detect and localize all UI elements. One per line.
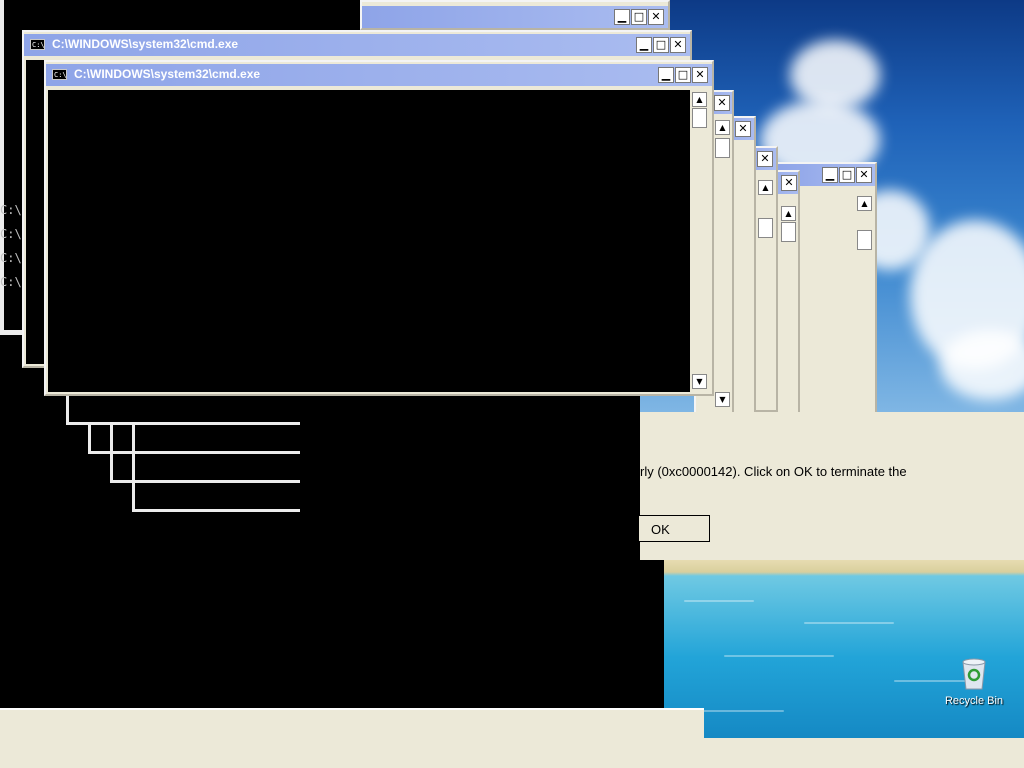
console-area[interactable] [48, 90, 690, 392]
console-prompt-line: C:\ [0, 275, 22, 289]
scroll-up-button[interactable]: ▲ [715, 120, 730, 135]
cmd-icon: C:\ [52, 69, 67, 80]
ok-button[interactable]: OK [638, 515, 710, 542]
vertical-scrollbar[interactable]: ▲ ▼ [714, 120, 731, 410]
console-prompt-line: C:\ [0, 227, 22, 241]
window-title: C:\WINDOWS\system32\cmd.exe [74, 67, 261, 81]
window-trail [132, 424, 300, 512]
close-button[interactable]: ✕ [856, 167, 872, 183]
cmd-window-front[interactable]: C:\ C:\WINDOWS\system32\cmd.exe ▁ □ ✕ ▲ … [44, 60, 714, 396]
maximize-button[interactable]: □ [675, 67, 691, 83]
close-button[interactable]: ✕ [692, 67, 708, 83]
minimize-button[interactable]: ▁ [822, 167, 838, 183]
title-bar[interactable]: C:\ C:\WINDOWS\system32\cmd.exe ▁ □ ✕ [46, 64, 712, 86]
window-trail [66, 396, 300, 425]
scroll-thumb[interactable] [781, 222, 796, 242]
title-bar[interactable]: ▁ □ ✕ [362, 6, 668, 28]
bottom-panel-left [0, 708, 704, 768]
console-prompt-line: C:\ [0, 203, 22, 217]
error-message: rly (0xc0000142). Click on OK to termina… [640, 464, 907, 479]
maximize-button[interactable]: □ [839, 167, 855, 183]
scroll-down-button[interactable]: ▼ [715, 392, 730, 407]
scroll-thumb[interactable] [715, 138, 730, 158]
scroll-up-button[interactable]: ▲ [781, 206, 796, 221]
desktop-wallpaper-sea [664, 560, 1024, 738]
minimize-button[interactable]: ▁ [658, 67, 674, 83]
minimize-button[interactable]: ▁ [636, 37, 652, 53]
maximize-button[interactable]: □ [653, 37, 669, 53]
vertical-scrollbar[interactable]: ▲ ▼ [691, 90, 708, 392]
close-button[interactable]: ✕ [670, 37, 686, 53]
vertical-scrollbar[interactable]: ▲ [757, 178, 774, 408]
close-button[interactable]: ✕ [781, 175, 797, 191]
close-button[interactable]: ✕ [757, 151, 773, 167]
scroll-down-button[interactable]: ▼ [692, 374, 707, 389]
vertical-scrollbar[interactable]: ▲ [856, 192, 873, 412]
close-button[interactable]: ✕ [714, 95, 730, 111]
scroll-thumb[interactable] [857, 230, 872, 250]
maximize-button[interactable]: □ [631, 9, 647, 25]
scroll-up-button[interactable]: ▲ [857, 196, 872, 211]
scroll-thumb[interactable] [758, 218, 773, 238]
scroll-up-button[interactable]: ▲ [758, 180, 773, 195]
scroll-thumb[interactable] [692, 108, 707, 128]
recycle-bin-label: Recycle Bin [944, 695, 1004, 707]
close-button[interactable]: ✕ [648, 9, 664, 25]
recycle-bin-icon [962, 658, 986, 690]
cmd-icon: C:\ [30, 39, 45, 50]
vertical-scrollbar[interactable]: ▲ [780, 202, 797, 412]
window-title: C:\WINDOWS\system32\cmd.exe [52, 37, 239, 51]
close-button[interactable]: ✕ [735, 121, 751, 137]
console-prompt-line: C:\ [0, 251, 22, 265]
cmd-window-0[interactable]: ▁ □ ✕ [360, 0, 670, 30]
minimize-button[interactable]: ▁ [614, 9, 630, 25]
title-bar[interactable]: C:\ C:\WINDOWS\system32\cmd.exe ▁ □ ✕ [24, 34, 690, 56]
scroll-up-button[interactable]: ▲ [692, 92, 707, 107]
